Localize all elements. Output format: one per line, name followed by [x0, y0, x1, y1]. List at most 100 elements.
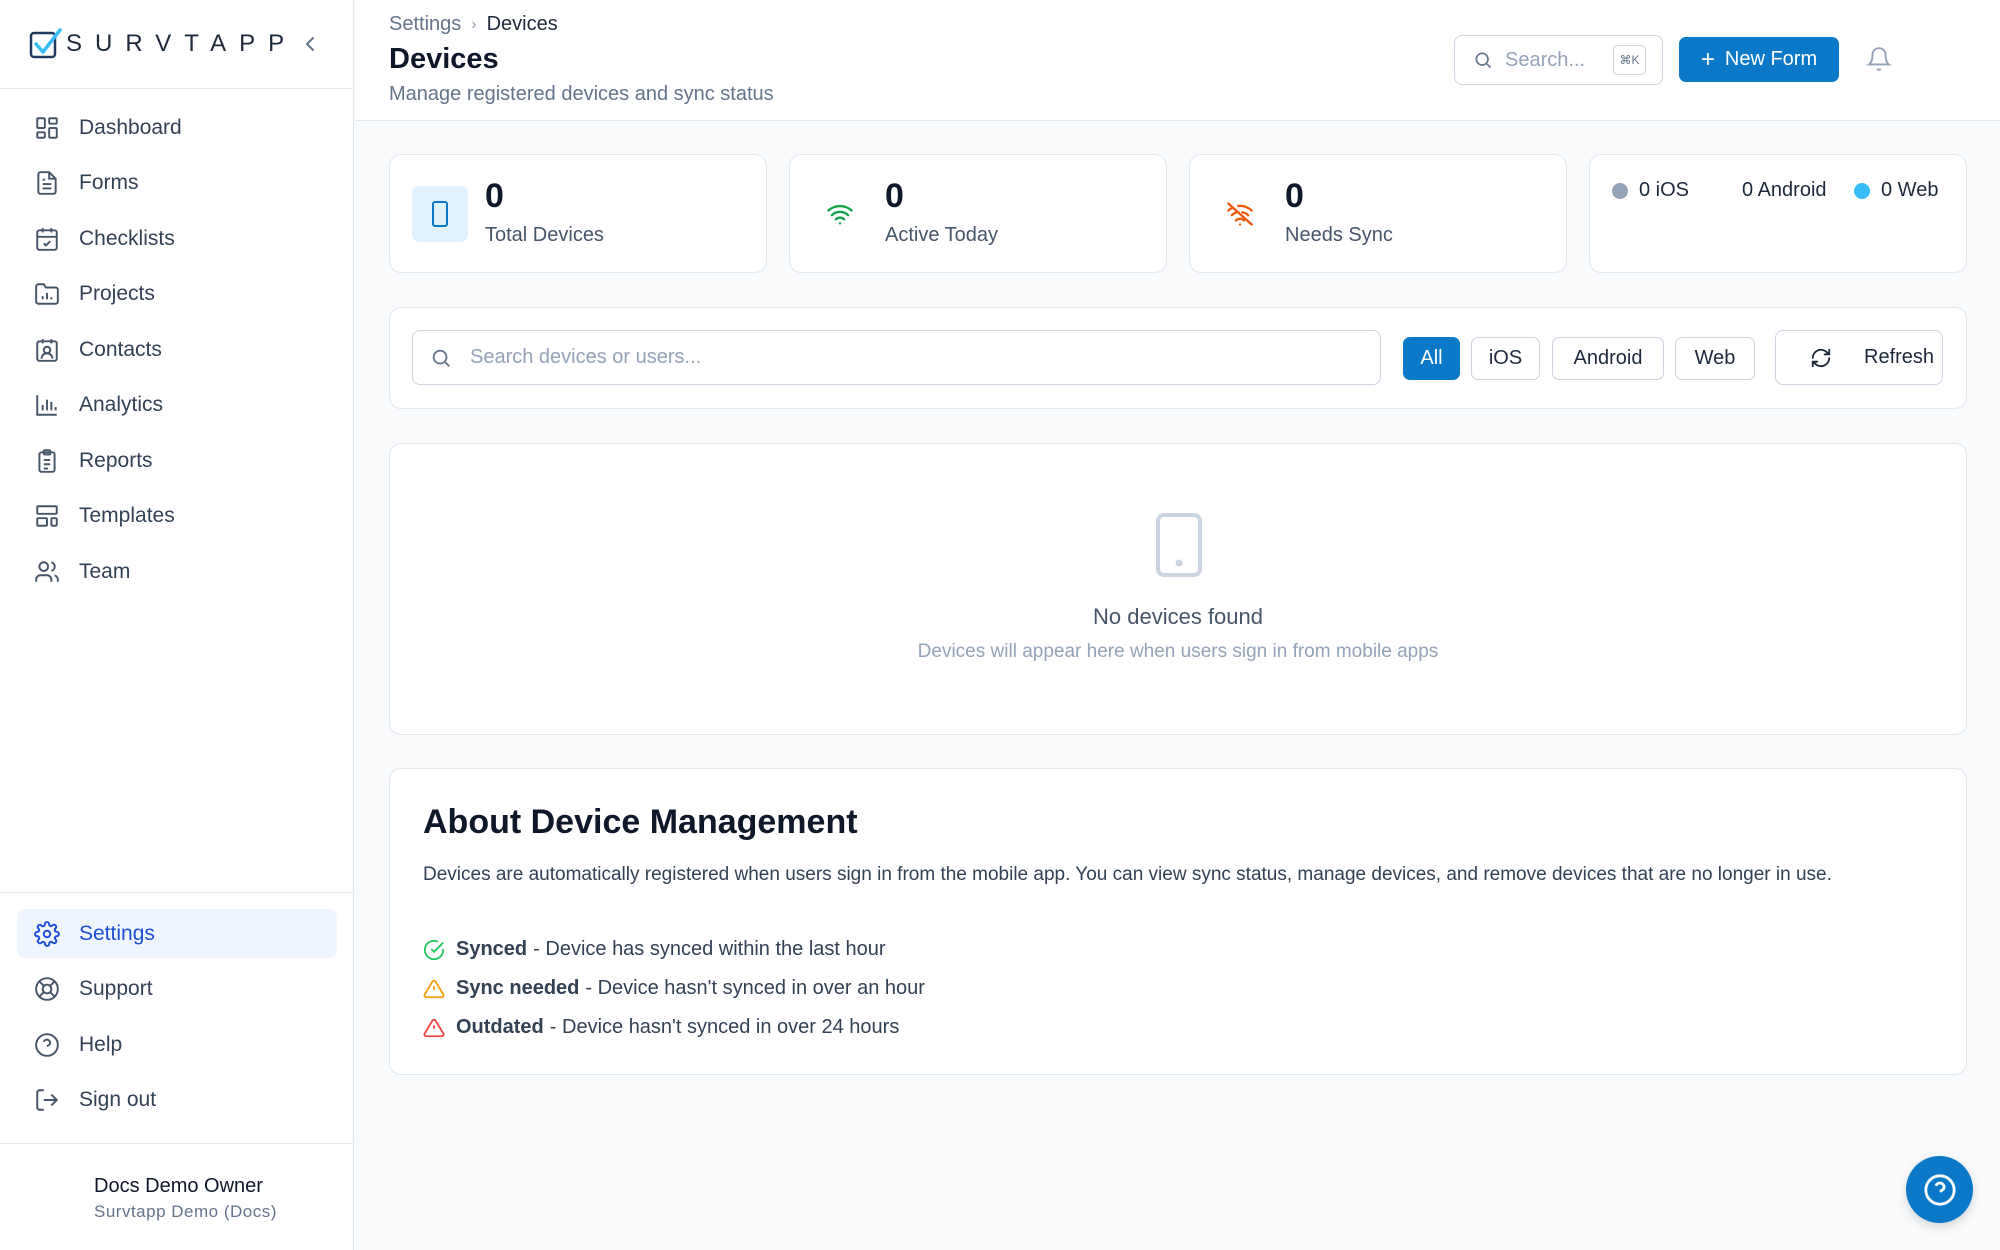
- sidebar-item-label: Checklists: [79, 226, 175, 250]
- status-outdated: Outdated - Device hasn't synced in over …: [423, 1016, 899, 1039]
- status-desc: - Device hasn't synced in over 24 hours: [549, 1016, 900, 1038]
- sidebar-item-label: Help: [79, 1032, 123, 1056]
- status-desc: - Device hasn't synced in over an hour: [585, 977, 925, 999]
- help-circle-icon: [1923, 1173, 1956, 1206]
- stat-label: Total Devices: [485, 224, 604, 246]
- stat-value: 0: [1285, 177, 1304, 215]
- plus-icon: +: [1700, 45, 1715, 73]
- sidebar-nav: Dashboard Forms Checklists Projects Cont…: [0, 89, 353, 596]
- sidebar-item-label: Reports: [79, 448, 153, 472]
- sidebar-item-contacts[interactable]: Contacts: [17, 325, 336, 374]
- help-circle-icon: [33, 1031, 61, 1059]
- status-dot: [1612, 182, 1628, 199]
- sidebar-item-label: Support: [79, 977, 153, 1000]
- phone-icon: [1154, 512, 1204, 578]
- global-search-input[interactable]: Search... ⌘K: [1454, 35, 1663, 85]
- about-device-management: About Device Management Devices are auto…: [389, 768, 1967, 1075]
- platform-label: 0 Web: [1881, 179, 1939, 201]
- refresh-icon: [1811, 348, 1831, 367]
- sidebar-item-team[interactable]: Team: [17, 547, 336, 596]
- user-profile[interactable]: Docs Demo Owner Survtapp Demo (Docs): [0, 1143, 354, 1250]
- stat-card-needs-sync: 0 Needs Sync: [1189, 154, 1567, 273]
- search-placeholder: Search devices or users...: [470, 346, 702, 368]
- about-title: About Device Management: [423, 803, 858, 841]
- platform-label: 0 Android: [1742, 179, 1827, 201]
- stat-card-total-devices: 0 Total Devices: [389, 154, 767, 273]
- clipboard-icon: [33, 447, 61, 475]
- filter-chip-all[interactable]: All: [1403, 337, 1460, 380]
- sidebar-item-reports[interactable]: Reports: [17, 436, 336, 485]
- collapse-sidebar-button[interactable]: [298, 30, 322, 58]
- platform-android: 0 Android: [1742, 179, 1827, 202]
- warning-triangle-icon: [423, 979, 445, 998]
- folder-chart-icon: [33, 280, 61, 308]
- breadcrumb: Settings › Devices: [389, 13, 558, 36]
- chevron-right-icon: ›: [471, 15, 477, 33]
- device-search-input[interactable]: Search devices or users...: [412, 330, 1381, 385]
- logo-check-icon: [29, 28, 62, 59]
- sidebar-item-label: Templates: [79, 504, 175, 527]
- sidebar-item-help[interactable]: Help: [17, 1020, 337, 1069]
- status-name: Synced: [456, 938, 528, 960]
- status-name: Outdated: [456, 1016, 544, 1038]
- stat-label: Needs Sync: [1285, 224, 1393, 246]
- alert-triangle-icon: [423, 1018, 445, 1037]
- brand: SURVTAPP: [0, 0, 353, 89]
- search-icon: [1475, 52, 1492, 69]
- sidebar-item-sign-out[interactable]: Sign out: [17, 1076, 337, 1125]
- sign-out-icon: [33, 1086, 61, 1114]
- refresh-label: Refresh: [1864, 346, 1935, 368]
- lifebuoy-icon: [33, 975, 61, 1003]
- breadcrumb-devices: Devices: [486, 13, 558, 35]
- phone-icon: [412, 186, 468, 242]
- document-icon: [33, 169, 61, 197]
- sidebar-item-label: Forms: [79, 171, 139, 194]
- sidebar-item-checklists[interactable]: Checklists: [17, 214, 336, 263]
- dashboard-grid-icon: [33, 114, 61, 142]
- filter-chip-ios[interactable]: iOS: [1471, 337, 1540, 380]
- platform-ios: 0 iOS: [1612, 179, 1689, 202]
- refresh-button[interactable]: Refresh: [1775, 330, 1943, 385]
- sidebar-item-label: Team: [79, 559, 131, 583]
- sidebar-bottom-nav: Settings Support Help Sign out: [0, 892, 354, 1131]
- filter-bar: Search devices or users... All iOS Andro…: [389, 307, 1967, 409]
- sidebar-item-label: Analytics: [79, 393, 164, 416]
- new-form-button[interactable]: + New Form: [1679, 37, 1839, 82]
- sidebar-item-label: Sign out: [79, 1088, 157, 1111]
- stat-value: 0: [485, 177, 504, 215]
- sidebar-item-forms[interactable]: Forms: [17, 159, 336, 208]
- sidebar-item-projects[interactable]: Projects: [17, 270, 336, 319]
- sidebar-item-settings[interactable]: Settings: [17, 909, 337, 958]
- user-org: Survtapp Demo (Docs): [94, 1202, 277, 1221]
- layout-template-icon: [33, 502, 61, 530]
- wifi-off-icon: [1212, 186, 1268, 242]
- notifications-button[interactable]: [1866, 45, 1892, 73]
- page-title: Devices: [389, 43, 499, 75]
- contact-card-icon: [33, 336, 61, 364]
- filter-chip-android[interactable]: Android: [1552, 337, 1664, 380]
- about-description: Devices are automatically registered whe…: [423, 864, 1832, 885]
- platform-breakdown-card: 0 iOS 0 Android 0 Web: [1589, 154, 1967, 273]
- status-synced: Synced - Device has synced within the la…: [423, 938, 886, 961]
- calendar-check-icon: [33, 225, 61, 253]
- page-subtitle: Manage registered devices and sync statu…: [389, 83, 774, 105]
- sidebar-item-support[interactable]: Support: [17, 965, 337, 1014]
- sidebar-item-dashboard[interactable]: Dashboard: [17, 103, 336, 152]
- status-sync-needed: Sync needed - Device hasn't synced in ov…: [423, 977, 925, 1000]
- filter-chip-web[interactable]: Web: [1675, 337, 1755, 380]
- sidebar-item-analytics[interactable]: Analytics: [17, 381, 336, 430]
- bell-icon: [1866, 47, 1892, 71]
- user-name: Docs Demo Owner: [94, 1175, 263, 1197]
- chevron-left-icon: [305, 37, 314, 51]
- check-circle-icon: [423, 939, 445, 960]
- users-icon: [33, 558, 61, 586]
- new-form-label: New Form: [1724, 48, 1818, 70]
- gear-icon: [33, 920, 61, 948]
- search-placeholder: Search...: [1505, 48, 1586, 71]
- breadcrumb-settings[interactable]: Settings: [389, 13, 461, 36]
- search-icon: [432, 349, 450, 367]
- stat-value: 0: [885, 177, 904, 215]
- empty-state-subtitle: Devices will appear here when users sign…: [917, 641, 1439, 662]
- help-chat-button[interactable]: [1906, 1156, 1973, 1223]
- sidebar-item-templates[interactable]: Templates: [17, 492, 336, 541]
